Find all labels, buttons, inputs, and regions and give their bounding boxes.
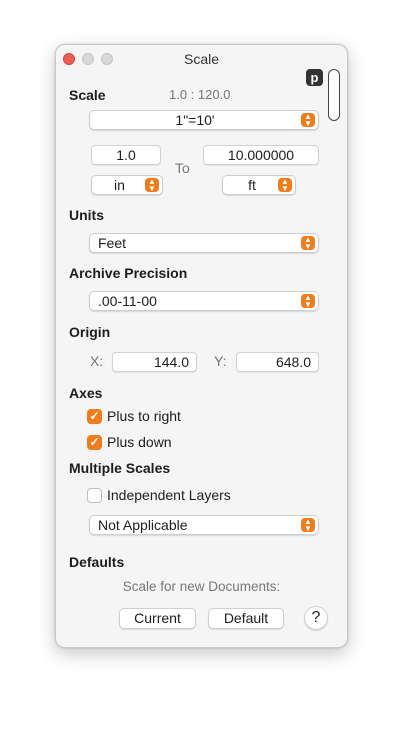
default-button[interactable]: Default xyxy=(208,608,284,629)
defaults-heading: Defaults xyxy=(69,554,125,570)
question-icon: ? xyxy=(311,609,321,626)
help-button[interactable]: ? xyxy=(304,606,328,630)
plus-down-label: Plus down xyxy=(107,434,172,450)
scale-heading: Scale xyxy=(69,87,106,103)
origin-x-field[interactable]: 144.0 xyxy=(112,352,197,372)
plus-right-label: Plus to right xyxy=(107,408,181,424)
multiple-scales-heading: Multiple Scales xyxy=(69,460,171,476)
origin-heading: Origin xyxy=(69,324,111,340)
scale-ratio: 1.0 : 120.0 xyxy=(169,87,231,102)
scale-preset-value: 1"=10' xyxy=(175,112,215,128)
plus-right-checkbox[interactable]: ✓ xyxy=(87,409,102,424)
units-popup[interactable]: Feet ▲ ▼ xyxy=(89,233,319,253)
chevron-updown-icon: ▲ ▼ xyxy=(278,178,292,193)
from-unit-popup[interactable]: in ▲ ▼ xyxy=(91,175,163,195)
archive-precision-value: .00-11-00 xyxy=(98,293,157,309)
window-title: Scale xyxy=(183,51,220,67)
axes-heading: Axes xyxy=(69,385,103,401)
scale-from-field[interactable]: 1.0 xyxy=(91,145,161,165)
p-badge-icon[interactable]: p xyxy=(306,69,323,86)
chevron-updown-icon: ▲ ▼ xyxy=(301,113,315,128)
chevron-updown-icon: ▲ ▼ xyxy=(301,294,315,309)
chevron-updown-icon: ▲ ▼ xyxy=(301,518,315,533)
independent-layers-checkbox[interactable] xyxy=(87,488,102,503)
checkmark-icon: ✓ xyxy=(89,435,100,449)
scale-preset-popup[interactable]: 1"=10' ▲ ▼ xyxy=(89,110,319,130)
chevron-updown-icon: ▲ ▼ xyxy=(145,178,159,193)
to-unit-value: ft xyxy=(248,177,256,193)
multiple-scales-value: Not Applicable xyxy=(98,517,188,533)
checkmark-icon: ✓ xyxy=(89,409,100,423)
plus-down-checkbox[interactable]: ✓ xyxy=(87,435,102,450)
scale-palette-window: Scale p Scale 1.0 : 120.0 1"=10' ▲ ▼ 1.0 … xyxy=(55,44,348,648)
origin-y-field[interactable]: 648.0 xyxy=(236,352,319,372)
archive-precision-popup[interactable]: .00-11-00 ▲ ▼ xyxy=(89,291,319,311)
from-unit-value: in xyxy=(114,177,125,193)
current-button[interactable]: Current xyxy=(119,608,196,629)
chevron-updown-icon: ▲ ▼ xyxy=(301,236,315,251)
scale-to-field[interactable]: 10.000000 xyxy=(203,145,319,165)
to-label: To xyxy=(175,160,190,176)
units-value: Feet xyxy=(98,235,127,251)
independent-layers-label: Independent Layers xyxy=(107,487,231,503)
multiple-scales-popup[interactable]: Not Applicable ▲ ▼ xyxy=(89,515,319,535)
origin-y-label: Y: xyxy=(214,353,227,369)
to-unit-popup[interactable]: ft ▲ ▼ xyxy=(222,175,296,195)
scrollbar-thumb[interactable] xyxy=(328,69,340,121)
origin-x-label: X: xyxy=(90,353,104,369)
defaults-note: Scale for new Documents: xyxy=(122,579,281,594)
archive-precision-heading: Archive Precision xyxy=(69,265,188,281)
units-heading: Units xyxy=(69,207,104,223)
